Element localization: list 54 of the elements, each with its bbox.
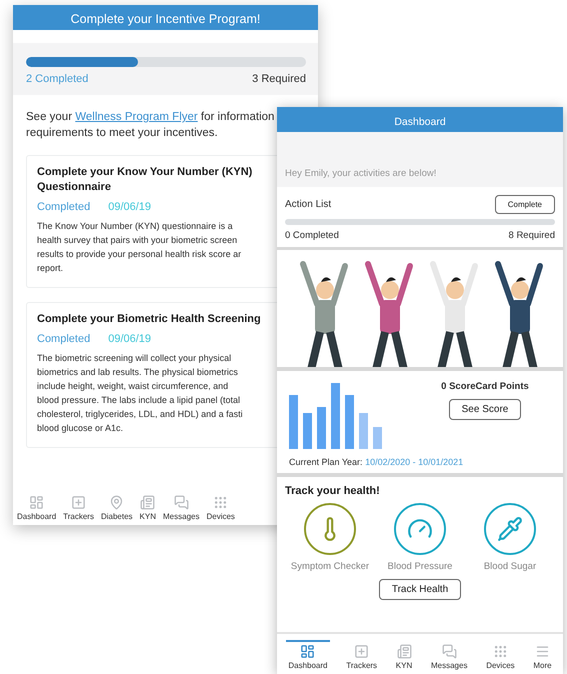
newspaper-icon [140,495,156,510]
card-description: The Know Your Number (KYN) questionnaire is a health survey that pairs with your biometric screen results to provide your personal health risk score ar report. [37,220,242,275]
completed-count: 2 Completed [26,73,88,85]
nav-tab[interactable]: Diabetes [98,491,135,521]
card-description: The biometric screening will collect your physical biometrics and lab results. The physical biometrics include height, weight, waist circumference, and blood pressure. The labs include a lipid panel (total cholesterol, triglycerides, LDL, and HDL) and a fasti blood glucose or A1c. [37,352,243,435]
plus-square-icon [354,644,370,659]
chat-bubbles-icon [174,495,189,510]
track-health-button[interactable]: Track Health [378,579,462,600]
nav-tab[interactable]: KYN [138,491,158,521]
required-count: 3 Required [252,73,306,85]
date-text: 09/06/19 [108,333,152,345]
tracker-circle[interactable] [484,503,536,555]
screen-header: Complete your Incentive Program! [13,5,318,30]
nav-tab[interactable]: Messages [428,640,470,670]
scorecard-points: 0 ScoreCard Points [441,381,529,392]
menu-icon [534,644,550,659]
tracker-label: Symptom Checker [290,561,370,573]
completed-count: 0 Completed [285,230,339,241]
nav-tab[interactable]: Trackers [344,640,380,670]
intro-text: See your Wellness Program Flyer for information requirements to meet your incentives. [26,110,274,141]
tracker-label: Blood Pressure [388,561,452,573]
status-text: Completed [37,333,90,345]
card-title: Complete your Know Your Number (KYN) Questionnaire [37,165,254,195]
tracker-circle[interactable] [394,503,446,555]
nav-tab[interactable]: Dashboard [15,491,58,521]
status-text: Completed [37,201,90,213]
pipette-icon [497,516,523,542]
chat-bubbles-icon [442,644,457,659]
dots-grid-icon [492,644,508,659]
map-pin-icon [109,495,124,510]
date-text: 09/06/19 [108,201,152,213]
nav-tab[interactable]: Devices [484,640,517,670]
greeting-text: Hey Emily, your activities are below! [277,132,563,187]
nav-tab[interactable]: Devices [204,491,237,521]
complete-button[interactable]: Complete [494,195,555,214]
dashboard-icon [300,644,316,659]
nav-tab[interactable]: KYN [394,640,414,670]
action-list-label: Action List [285,199,332,210]
tracker-label: Blood Sugar [482,561,538,573]
plus-square-icon [71,495,86,510]
required-count: 8 Required [508,230,555,241]
see-score-button[interactable]: See Score [448,399,522,420]
nav-tab[interactable]: More [531,640,554,670]
track-heading: Track your health! [285,485,381,497]
nav-tab[interactable]: Trackers [61,491,96,521]
dots-grid-icon [213,495,228,510]
newspaper-icon [396,644,412,659]
nav-tab[interactable]: Dashboard [286,640,330,670]
nav-tab[interactable]: Messages [161,491,202,521]
plan-year-text: Current Plan Year: 10/02/2020 - 10/01/2021 [289,457,464,467]
screen-header: Dashboard [277,107,563,132]
dashboard-icon [29,495,44,510]
tracker-circle[interactable] [304,503,356,555]
card-title: Complete your Biometric Health Screening [37,312,262,327]
